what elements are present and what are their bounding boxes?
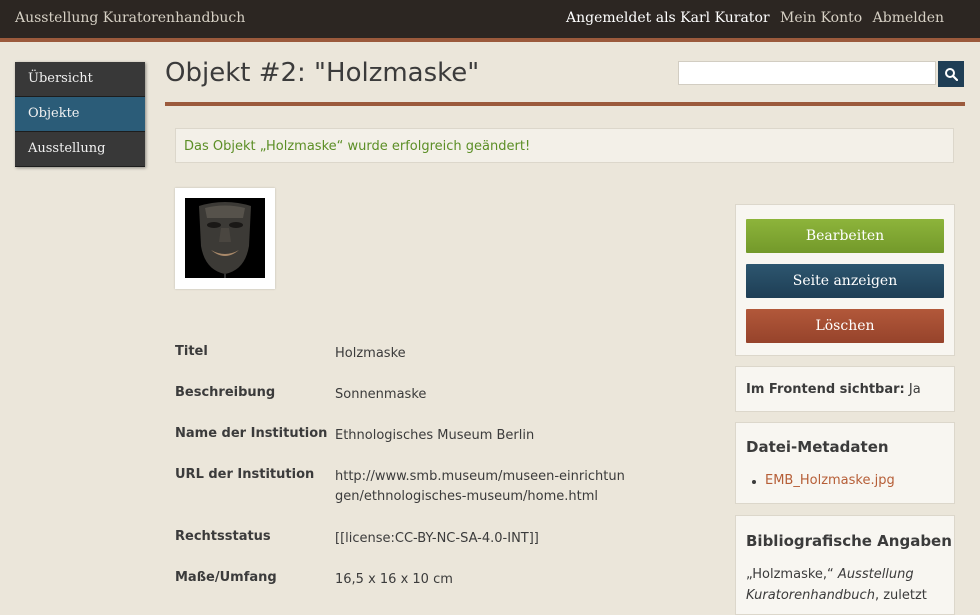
- field-label: URL der Institution: [175, 467, 315, 482]
- field-label: Maße/Umfang: [175, 570, 277, 585]
- bibliography-line-2: Kuratorenhandbuch, zuletzt: [746, 588, 927, 603]
- edit-button[interactable]: Bearbeiten: [746, 219, 944, 253]
- search-icon: [945, 68, 958, 81]
- field-value: Sonnenmaske: [335, 387, 427, 402]
- success-message: Das Objekt „Holzmaske“ wurde erfolgreich…: [175, 128, 954, 163]
- citation-site-cont: Kuratorenhandbuch: [746, 588, 875, 603]
- field-value: http://www.smb.museum/museen-einrichtung…: [335, 469, 625, 504]
- bibliography-line-1: „Holzmaske,“ Ausstellung: [746, 567, 914, 582]
- file-metadata-panel: Datei-Metadaten EMB_Holzmaske.jpg: [735, 422, 955, 504]
- logged-in-user: Angemeldet als Karl Kurator: [565, 10, 770, 26]
- bullet: [752, 480, 756, 484]
- file-link[interactable]: EMB_Holzmaske.jpg: [765, 473, 895, 488]
- visibility-panel: Im Frontend sichtbar: Ja: [735, 366, 955, 412]
- site-title[interactable]: Ausstellung Kuratorenhandbuch: [15, 10, 245, 26]
- file-metadata-heading: Datei-Metadaten: [746, 438, 889, 456]
- field-value: [[license:CC-BY-NC-SA-4.0-INT]]: [335, 531, 539, 546]
- citation-site: Ausstellung: [837, 567, 914, 582]
- mask-image: [185, 198, 265, 278]
- field-label: Titel: [175, 344, 208, 359]
- field-label: Rechtsstatus: [175, 529, 271, 544]
- sidebar-item-objects[interactable]: Objekte: [15, 97, 145, 132]
- field-value: Holzmaske: [335, 346, 406, 361]
- user-menu: Angemeldet als Karl Kurator Mein Konto A…: [560, 10, 944, 26]
- visibility-value: Ja: [908, 382, 921, 397]
- logout-link[interactable]: Abmelden: [873, 10, 944, 26]
- top-bar: Ausstellung Kuratorenhandbuch Angemeldet…: [0, 0, 980, 42]
- search-button[interactable]: [938, 61, 964, 87]
- visibility-text: Im Frontend sichtbar: Ja: [746, 382, 921, 397]
- field-label: Name der Institution: [175, 426, 328, 441]
- field-value: 16,5 x 16 x 10 cm: [335, 572, 453, 587]
- delete-button[interactable]: Löschen: [746, 309, 944, 343]
- sidebar-item-overview[interactable]: Übersicht: [15, 62, 145, 97]
- bibliography-panel: Bibliografische Angaben „Holzmaske,“ Aus…: [735, 515, 955, 615]
- page-title: Objekt #2: "Holzmaske": [165, 58, 480, 88]
- search-input[interactable]: [678, 61, 936, 85]
- citation-rest: , zuletzt: [874, 588, 927, 603]
- field-label: Beschreibung: [175, 385, 276, 400]
- field-value: Ethnologisches Museum Berlin: [335, 428, 535, 443]
- actions-panel: Bearbeiten Seite anzeigen Löschen: [735, 204, 955, 356]
- title-divider: [165, 102, 965, 106]
- sidebar-nav: Übersicht Objekte Ausstellung: [15, 62, 145, 167]
- item-thumbnail[interactable]: [175, 188, 275, 289]
- visibility-label: Im Frontend sichtbar:: [746, 382, 905, 397]
- my-account-link[interactable]: Mein Konto: [780, 10, 862, 26]
- view-page-button[interactable]: Seite anzeigen: [746, 264, 944, 298]
- sidebar-item-exhibition[interactable]: Ausstellung: [15, 132, 145, 167]
- bibliography-heading: Bibliografische Angaben: [746, 532, 952, 550]
- citation-title: „Holzmaske,“: [746, 567, 834, 582]
